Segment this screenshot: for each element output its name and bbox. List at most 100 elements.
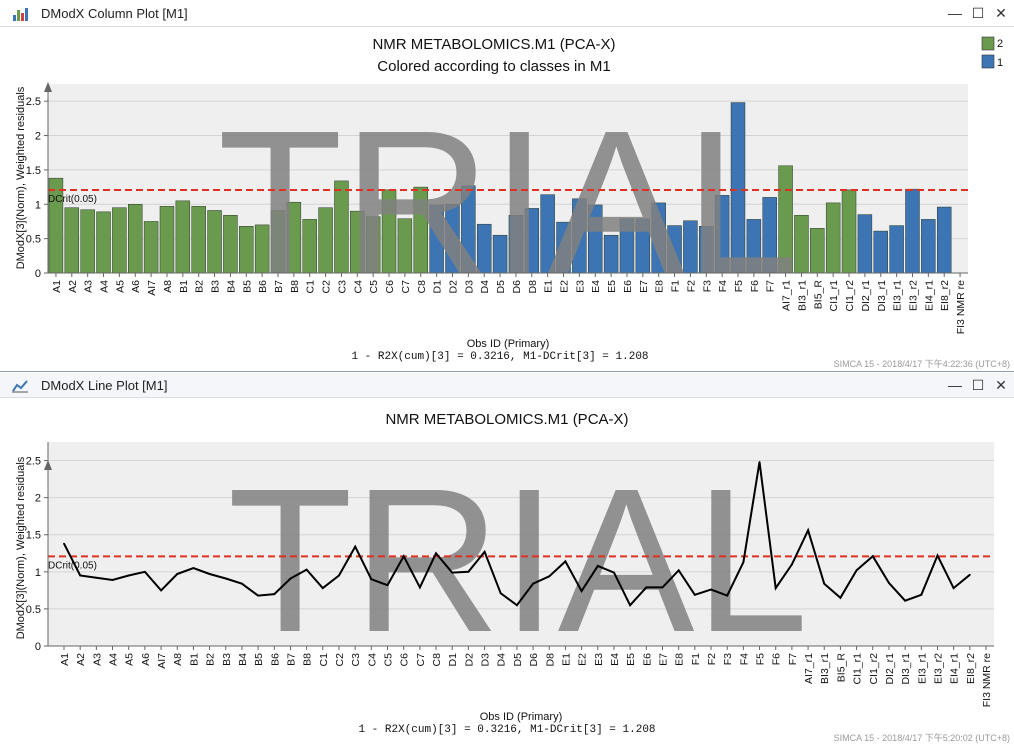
x-tick-label: A4: [108, 653, 120, 666]
data-point: [338, 574, 340, 577]
x-tick-label: AI7: [146, 280, 158, 296]
data-point: [596, 564, 599, 567]
data-point: [904, 599, 907, 602]
bar: [905, 188, 920, 274]
model-summary: 1 - R2X(cum)[3] = 0.3216, M1-DCrit[3] = …: [358, 724, 655, 736]
x-tick-label: E7: [657, 653, 669, 666]
x-tick-label: C5: [383, 653, 395, 667]
x-tick-label: B8: [302, 653, 314, 666]
x-tick-label: CI1_r1: [828, 280, 840, 312]
x-tick-label: B4: [225, 280, 237, 293]
x-tick-label: A2: [67, 280, 79, 293]
x-tick-label: B6: [269, 653, 281, 666]
x-tick-label: C7: [415, 653, 427, 667]
column-chart[interactable]: NMR METABOLOMICS.M1 (PCA-X) Colored acco…: [0, 27, 1014, 372]
bar: [64, 207, 80, 274]
x-axis-label: Obs ID (Primary): [467, 338, 550, 350]
x-tick-label: F3: [701, 280, 713, 292]
x-tick-label: CI1_r2: [868, 653, 880, 685]
x-tick-label: E5: [606, 280, 618, 293]
x-tick-label: D4: [496, 653, 508, 667]
x-tick-label: D1: [447, 653, 459, 667]
data-point: [839, 596, 842, 599]
data-point: [370, 578, 373, 581]
data-point: [224, 577, 227, 580]
x-tick-label: D1: [432, 280, 444, 294]
data-point: [710, 588, 712, 591]
x-tick-label: E6: [641, 653, 653, 666]
column-chart-svg[interactable]: NMR METABOLOMICS.M1 (PCA-X) Colored acco…: [0, 27, 1014, 372]
data-point: [435, 552, 437, 555]
data-point: [95, 576, 98, 579]
bar: [112, 207, 127, 274]
data-point: [79, 574, 82, 577]
legend[interactable]: 2 1: [981, 36, 1003, 69]
x-tick-label: E4: [590, 280, 602, 293]
trial-watermark: TRIAL: [228, 446, 809, 675]
data-point: [63, 542, 65, 545]
data-point: [354, 545, 357, 548]
x-tick-label: D4: [479, 280, 491, 294]
x-tick-label: D3: [480, 653, 492, 667]
x-tick-label: DI3_r1: [876, 280, 888, 312]
x-tick-label: F1: [670, 280, 682, 292]
x-tick-label: A5: [114, 280, 126, 293]
x-tick-label: D5: [495, 280, 507, 294]
data-point: [176, 573, 179, 575]
bar: [80, 209, 95, 274]
y-tick-label: 2.5: [26, 456, 41, 468]
column-plot-titlebar[interactable]: DModX Column Plot [M1] — ☐ ✕: [0, 0, 1014, 27]
maximize-button[interactable]: ☐: [967, 375, 989, 395]
data-point: [807, 529, 809, 532]
x-tick-label: F7: [765, 280, 777, 292]
y-tick-label: 0.5: [26, 234, 41, 246]
x-tick-label: E2: [577, 653, 589, 666]
x-tick-label: E3: [574, 280, 586, 293]
data-point: [160, 589, 162, 592]
x-tick-label: C4: [352, 280, 364, 294]
line-chart[interactable]: NMR METABOLOMICS.M1 (PCA-X) TRIAL DCrit(…: [0, 398, 1014, 746]
x-tick-label: B1: [188, 653, 200, 666]
x-tick-label: D2: [447, 280, 459, 294]
x-tick-label: F6: [771, 653, 783, 665]
x-tick-label: C5: [368, 280, 380, 294]
close-button[interactable]: ✕: [990, 3, 1012, 23]
data-point: [742, 561, 745, 564]
line-plot-titlebar[interactable]: DModX Line Plot [M1] — ☐ ✕: [0, 373, 1014, 398]
x-tick-label: E7: [638, 280, 650, 293]
line-chart-svg[interactable]: NMR METABOLOMICS.M1 (PCA-X) TRIAL DCrit(…: [0, 398, 1014, 746]
data-point: [580, 590, 583, 593]
data-point: [257, 594, 260, 597]
data-point: [321, 587, 324, 590]
bar: [159, 206, 175, 274]
x-tick-label: EI3_r1: [892, 280, 904, 311]
data-point: [289, 577, 292, 580]
x-tick-label: C8: [431, 653, 443, 667]
x-tick-label: B5: [241, 280, 253, 293]
x-tick-label: E5: [625, 653, 637, 666]
x-tick-label: C4: [366, 653, 378, 667]
minimize-button[interactable]: —: [944, 3, 966, 23]
x-tick-label: F1: [690, 653, 702, 665]
x-tick-label: C2: [321, 280, 333, 294]
x-tick-label: B1: [178, 280, 190, 293]
data-point: [451, 571, 454, 574]
x-tick-label: D6: [528, 653, 540, 667]
x-tick-label: B3: [210, 280, 222, 293]
x-tick-label: A3: [91, 653, 103, 666]
y-tick-label: 2: [35, 131, 41, 143]
bar: [936, 206, 952, 274]
close-button[interactable]: ✕: [990, 375, 1012, 395]
y-tick-label: 1.5: [26, 530, 41, 542]
data-point: [241, 582, 243, 585]
maximize-button[interactable]: ☐: [967, 3, 989, 23]
x-tick-label: F6: [749, 280, 761, 292]
x-tick-label: DI3_r1: [900, 653, 912, 685]
data-point: [127, 574, 130, 577]
x-tick-label: E1: [543, 280, 555, 293]
minimize-button[interactable]: —: [944, 375, 966, 395]
data-point: [758, 461, 761, 463]
x-tick-label: C3: [336, 280, 348, 294]
x-tick-label: EI3_r2: [932, 653, 944, 684]
x-tick-label: A4: [99, 280, 111, 293]
